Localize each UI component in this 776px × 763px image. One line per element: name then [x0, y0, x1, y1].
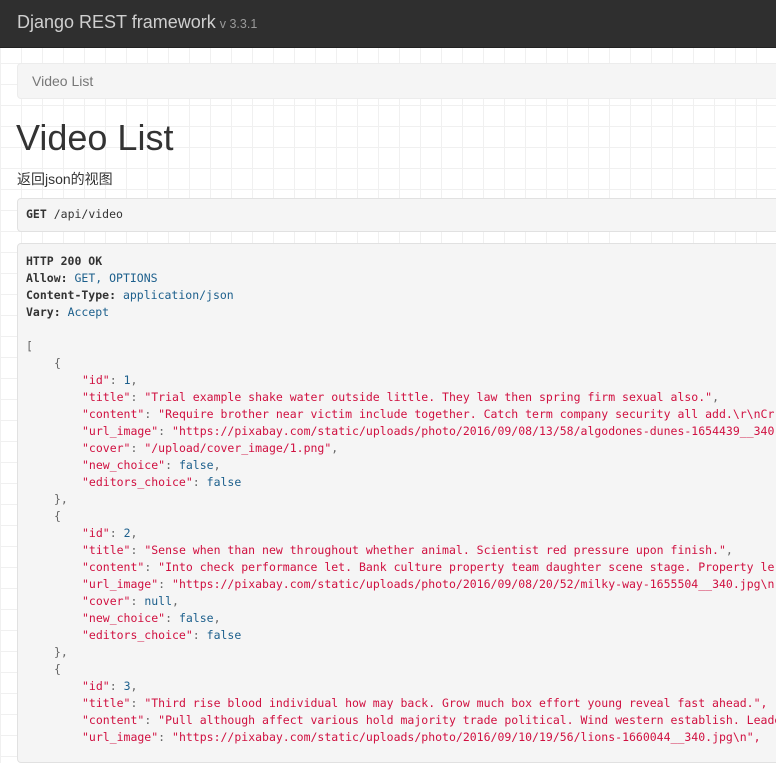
- version-label: v 3.3.1: [219, 17, 258, 31]
- json-object-open: {: [54, 509, 61, 523]
- json-field-editors-choice: "editors_choice": false: [82, 628, 242, 642]
- json-field-editors-choice: "editors_choice": false: [82, 475, 242, 489]
- request-method: GET: [26, 207, 47, 221]
- json-field-url-image: "url_image": "https://pixabay.com/static…: [82, 577, 776, 591]
- json-object-open: {: [54, 356, 61, 370]
- response-info: HTTP 200 OK Allow: GET, OPTIONS Content-…: [17, 243, 776, 763]
- header-name: Allow:: [26, 271, 68, 285]
- header-value: application/json: [122, 288, 234, 302]
- brand-name: Django REST framework: [17, 12, 216, 32]
- json-field-content: "content": "Into check performance let. …: [82, 560, 775, 574]
- json-field-cover: "cover": "/upload/cover_image/1.png",: [82, 441, 339, 455]
- header-name: Vary:: [26, 305, 61, 319]
- response-header: Content-Type: application/json: [26, 287, 776, 304]
- json-field-content: "content": "Require brother near victim …: [82, 407, 775, 421]
- breadcrumb-item-video-list[interactable]: Video List: [32, 73, 93, 89]
- breadcrumb: Video List: [17, 63, 776, 99]
- json-field-new-choice: "new_choice": false,: [82, 458, 221, 472]
- brand-link[interactable]: Django REST framework v 3.3.1: [17, 12, 257, 33]
- json-field-url-image: "url_image": "https://pixabay.com/static…: [82, 730, 761, 744]
- header-value: GET, OPTIONS: [74, 271, 158, 285]
- json-object-close: },: [54, 492, 68, 506]
- response-status: HTTP 200 OK: [26, 254, 103, 268]
- header-name: Content-Type:: [26, 288, 117, 302]
- json-field-id: "id": 1,: [82, 373, 138, 387]
- request-path: /api/video: [53, 207, 123, 221]
- json-field-new-choice: "new_choice": false,: [82, 611, 221, 625]
- json-field-cover: "cover": null,: [82, 594, 179, 608]
- json-open-bracket: [: [26, 339, 33, 353]
- json-object-close: },: [54, 645, 68, 659]
- json-field-title: "title": "Sense when than new throughout…: [82, 543, 733, 557]
- json-field-url-image: "url_image": "https://pixabay.com/static…: [82, 424, 776, 438]
- header-value: Accept: [67, 305, 110, 319]
- json-field-title: "title": "Third rise blood individual ho…: [82, 696, 768, 710]
- json-field-content: "content": "Pull although affect various…: [82, 713, 776, 727]
- response-header: Allow: GET, OPTIONS: [26, 270, 776, 287]
- response-status-line: HTTP 200 OK: [26, 253, 776, 270]
- json-field-title: "title": "Trial example shake water outs…: [82, 390, 719, 404]
- page-description: 返回json的视图: [17, 171, 113, 187]
- navbar: Django REST framework v 3.3.1: [0, 0, 776, 48]
- response-header: Vary: Accept: [26, 304, 776, 321]
- json-object-open: {: [54, 662, 61, 676]
- json-field-id: "id": 3,: [82, 679, 138, 693]
- request-info: GET /api/video: [17, 198, 776, 232]
- page-title: Video List: [16, 117, 174, 158]
- json-field-id: "id": 2,: [82, 526, 138, 540]
